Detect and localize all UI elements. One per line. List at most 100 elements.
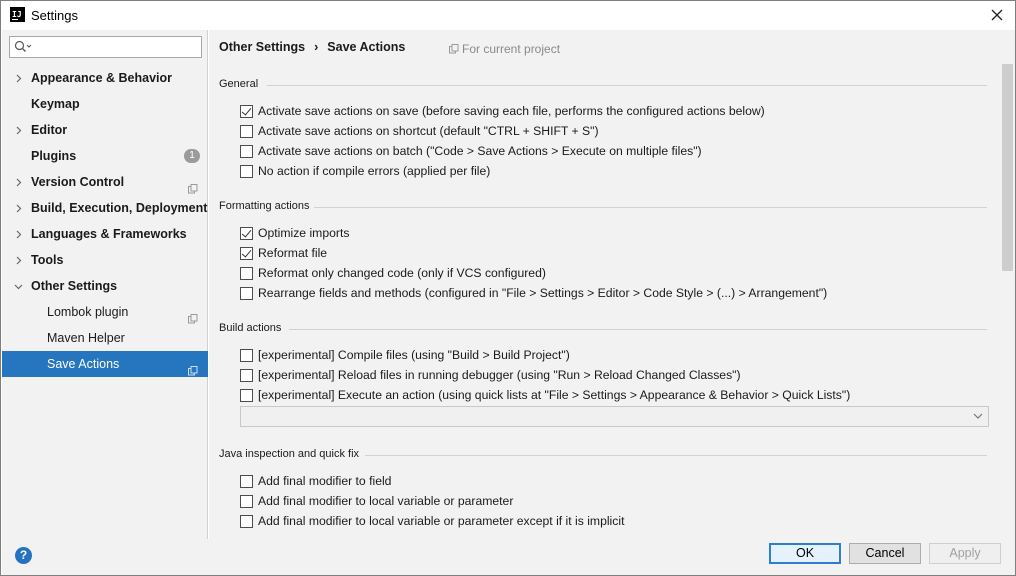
option-general-2[interactable]: Activate save actions on batch ("Code > … xyxy=(240,141,702,161)
chevron-right-icon[interactable] xyxy=(13,247,23,273)
cancel-button[interactable]: Cancel xyxy=(849,543,921,564)
option-build-0[interactable]: [experimental] Compile files (using "Bui… xyxy=(240,345,570,365)
sidebar-item-lombok-plugin[interactable]: Lombok plugin xyxy=(2,299,208,325)
sidebar-item-label: Plugins xyxy=(31,149,77,163)
section-title-formatting: Formatting actions xyxy=(219,200,310,212)
sidebar-item-label: Tools xyxy=(31,253,64,267)
intellij-app-icon: IJ xyxy=(10,7,25,22)
sidebar-item-label: Save Actions xyxy=(47,357,120,371)
checkbox-unchecked[interactable] xyxy=(240,368,253,382)
for-current-project-label: For current project xyxy=(462,42,561,56)
section-title-build: Build actions xyxy=(219,322,282,334)
sidebar-item-plugins[interactable]: Plugins 1 xyxy=(2,143,208,169)
settings-tree: Appearance & Behavior Keymap Editor Plugins… xyxy=(2,65,208,377)
checkbox-checked[interactable] xyxy=(240,246,253,260)
section-title-general: General xyxy=(219,78,259,90)
section-divider xyxy=(267,85,987,86)
title-bar: IJ Settings xyxy=(1,1,1015,30)
option-label: Activate save actions on save (before sa… xyxy=(258,104,765,118)
checkbox-checked[interactable] xyxy=(240,104,253,118)
project-copy-icon xyxy=(449,43,459,57)
checkbox-unchecked[interactable] xyxy=(240,144,253,158)
search-input[interactable] xyxy=(9,36,202,58)
checkbox-unchecked[interactable] xyxy=(240,164,253,178)
sidebar-item-label: Version Control xyxy=(31,175,125,189)
option-general-0[interactable]: Activate save actions on save (before sa… xyxy=(240,101,765,121)
chevron-right-icon[interactable] xyxy=(13,169,23,195)
option-label: [experimental] Execute an action (using … xyxy=(258,388,851,402)
option-label: Add final modifier to field xyxy=(258,474,392,488)
settings-window: IJ Settings Appearance & Behavior Keymap E… xyxy=(0,0,1016,576)
checkbox-checked[interactable] xyxy=(240,226,253,240)
option-build-1[interactable]: [experimental] Reload files in running d… xyxy=(240,365,741,385)
sidebar-item-languages-frameworks[interactable]: Languages & Frameworks xyxy=(2,221,208,247)
sidebar-item-version-control[interactable]: Version Control xyxy=(2,169,208,195)
dialog-footer: ? OK Cancel Apply xyxy=(2,539,1015,575)
checkbox-unchecked[interactable] xyxy=(240,514,253,528)
chevron-down-icon[interactable] xyxy=(13,273,23,299)
apply-button[interactable]: Apply xyxy=(929,543,1001,564)
checkbox-unchecked[interactable] xyxy=(240,494,253,508)
option-java-2[interactable]: Add final modifier to local variable or … xyxy=(240,511,624,531)
sidebar-item-save-actions[interactable]: Save Actions xyxy=(2,351,208,377)
section-divider xyxy=(365,455,987,456)
option-java-1[interactable]: Add final modifier to local variable or … xyxy=(240,491,513,511)
sidebar-item-label: Editor xyxy=(31,123,68,137)
checkbox-unchecked[interactable] xyxy=(240,474,253,488)
option-build-2[interactable]: [experimental] Execute an action (using … xyxy=(240,385,850,405)
chevron-right-icon[interactable] xyxy=(13,65,23,91)
sidebar-item-build-execution-deployment[interactable]: Build, Execution, Deployment xyxy=(2,195,208,221)
checkbox-unchecked[interactable] xyxy=(240,286,253,300)
option-label: Activate save actions on shortcut (defau… xyxy=(258,124,599,138)
checkbox-unchecked[interactable] xyxy=(240,124,253,138)
option-formatting-2[interactable]: Reformat only changed code (only if VCS … xyxy=(240,263,546,283)
option-label: Rearrange fields and methods (configured… xyxy=(258,286,828,300)
option-label: Reformat only changed code (only if VCS … xyxy=(258,266,546,280)
option-formatting-3[interactable]: Rearrange fields and methods (configured… xyxy=(240,283,827,303)
section-divider xyxy=(289,329,987,330)
sidebar-item-keymap[interactable]: Keymap xyxy=(2,91,208,117)
option-general-3[interactable]: No action if compile errors (applied per… xyxy=(240,161,490,181)
save-actions-content: General Activate save actions on save (be… xyxy=(209,68,1002,539)
breadcrumb-parent[interactable]: Other Settings xyxy=(219,40,305,54)
section-title-java: Java inspection and quick fix xyxy=(219,448,360,460)
breadcrumb-separator: › xyxy=(314,40,319,54)
sidebar-item-maven-helper[interactable]: Maven Helper xyxy=(2,325,208,351)
option-formatting-0[interactable]: Optimize imports xyxy=(240,223,349,243)
quick-list-select[interactable] xyxy=(240,406,989,427)
option-java-0[interactable]: Add final modifier to field xyxy=(240,471,391,491)
option-label: [experimental] Reload files in running d… xyxy=(258,368,741,382)
chevron-right-icon[interactable] xyxy=(13,117,23,143)
for-current-project-note: For current project xyxy=(449,42,560,57)
breadcrumb-current: Save Actions xyxy=(327,40,406,54)
checkbox-unchecked[interactable] xyxy=(240,348,253,362)
option-label: Optimize imports xyxy=(258,226,350,240)
close-button[interactable] xyxy=(983,2,1011,28)
option-label: Reformat file xyxy=(258,246,328,260)
option-label: No action if compile errors (applied per… xyxy=(258,164,491,178)
chevron-right-icon[interactable] xyxy=(13,221,23,247)
sidebar-item-tools[interactable]: Tools xyxy=(2,247,208,273)
ok-button[interactable]: OK xyxy=(769,543,841,564)
sidebar-item-label: Keymap xyxy=(31,97,80,111)
sidebar-item-label: Appearance & Behavior xyxy=(31,71,173,85)
option-formatting-1[interactable]: Reformat file xyxy=(240,243,327,263)
option-label: Activate save actions on batch ("Code > … xyxy=(258,144,702,158)
chevron-right-icon[interactable] xyxy=(13,195,23,221)
breadcrumb: Other Settings › Save Actions xyxy=(219,40,405,54)
checkbox-unchecked[interactable] xyxy=(240,266,253,280)
vertical-scrollbar[interactable] xyxy=(1002,64,1013,271)
sidebar-item-label: Maven Helper xyxy=(47,331,125,345)
sidebar-item-label: Lombok plugin xyxy=(47,305,129,319)
option-label: Add final modifier to local variable or … xyxy=(258,514,625,528)
option-general-1[interactable]: Activate save actions on shortcut (defau… xyxy=(240,121,599,141)
sidebar-item-appearance-behavior[interactable]: Appearance & Behavior xyxy=(2,65,208,91)
chevron-down-icon xyxy=(973,413,983,419)
sidebar-item-other-settings[interactable]: Other Settings xyxy=(2,273,208,299)
update-count-badge: 1 xyxy=(184,149,200,163)
settings-sidebar: Appearance & Behavior Keymap Editor Plugins… xyxy=(2,30,208,539)
window-title: Settings xyxy=(31,8,78,23)
sidebar-item-editor[interactable]: Editor xyxy=(2,117,208,143)
checkbox-unchecked[interactable] xyxy=(240,388,253,402)
help-button[interactable]: ? xyxy=(15,547,32,564)
